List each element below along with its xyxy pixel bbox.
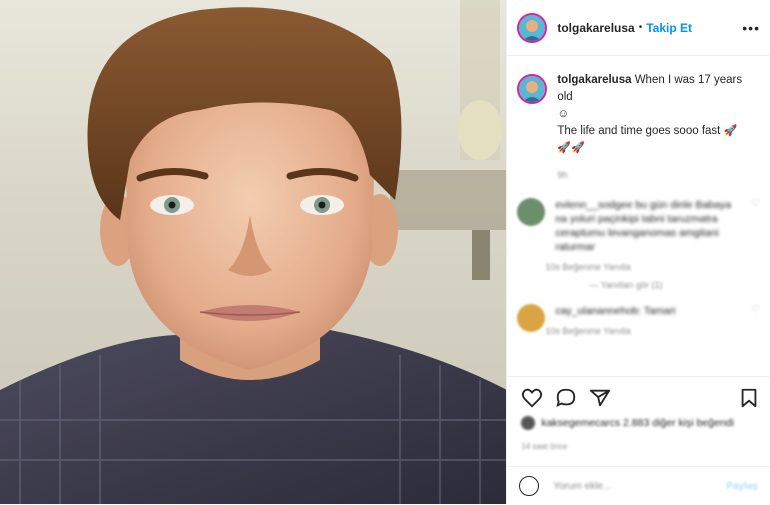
instagram-post: tolgakarelusa • Takip Et ••• tolgakarelu… <box>0 0 770 504</box>
post-date: 14 saat önce <box>521 442 568 451</box>
comment-meta[interactable]: 10s Beğenme Yanıtla <box>545 326 745 336</box>
post-header: tolgakarelusa • Takip Et ••• <box>507 0 770 56</box>
comment-heart-icon[interactable]: ♡ <box>751 304 760 336</box>
comments-list[interactable]: tolgakarelusa When I was 17 years old ☺ … <box>507 62 770 372</box>
likes-row: kaksegemecarcs 2.883 diğer kişi beğendi <box>521 416 734 430</box>
portrait-image <box>0 0 507 504</box>
heart-icon[interactable] <box>521 387 543 409</box>
post-comment-button[interactable]: Paylaş <box>726 481 758 492</box>
liker-avatar[interactable] <box>521 416 536 430</box>
post-photo[interactable] <box>0 0 507 504</box>
comment-meta[interactable]: 10s Beğenme Yanıtla <box>545 262 745 272</box>
more-icon[interactable]: ••• <box>742 20 760 36</box>
profile-avatar[interactable] <box>517 12 548 43</box>
rocket-emojis: 🚀🚀 <box>557 142 585 154</box>
comment-input[interactable]: Yorum ekle... <box>553 481 611 492</box>
emoji-icon[interactable] <box>519 476 540 496</box>
comment-icon[interactable] <box>555 387 577 409</box>
likes-text[interactable]: kaksegemecarcs 2.883 diğer kişi beğendi <box>541 417 734 429</box>
caption-text: tolgakarelusa When I was 17 years old ☺ … <box>557 72 760 184</box>
username-link[interactable]: tolgakarelusa <box>557 21 634 35</box>
action-bar <box>507 376 770 409</box>
caption: tolgakarelusa When I was 17 years old ☺ … <box>507 62 770 184</box>
rocket-emoji: 🚀 <box>723 125 738 137</box>
comment-text: cay_ulanannehob: Tamari <box>555 305 676 317</box>
add-comment-bar: Yorum ekle... Paylaş <box>507 466 770 505</box>
comment-heart-icon[interactable]: ♡ <box>751 198 760 272</box>
caption-line-2: The life and time goes sooo fast <box>557 125 721 137</box>
commenter-avatar[interactable] <box>517 304 546 332</box>
comment-text: evlenn__sodgee bu gün dinle Babaya na yo… <box>555 199 732 253</box>
separator-dot: • <box>638 22 643 33</box>
caption-emoji: ☺ <box>557 108 570 120</box>
bookmark-icon[interactable] <box>738 387 760 409</box>
post-side-panel: tolgakarelusa • Takip Et ••• tolgakarelu… <box>506 0 770 504</box>
comment-item: cay_ulanannehob: Tamari 10s Beğenme Yanı… <box>507 290 770 336</box>
caption-avatar[interactable] <box>517 74 548 104</box>
caption-username[interactable]: tolgakarelusa <box>557 74 631 86</box>
share-icon[interactable] <box>589 387 611 409</box>
commenter-avatar[interactable] <box>517 198 546 226</box>
follow-button[interactable]: Takip Et <box>646 21 692 35</box>
comment-item: evlenn__sodgee bu gün dinle Babaya na yo… <box>507 184 770 272</box>
caption-time: 9h <box>557 170 568 180</box>
view-replies[interactable]: — Yanıtları gör (1) <box>507 272 770 290</box>
